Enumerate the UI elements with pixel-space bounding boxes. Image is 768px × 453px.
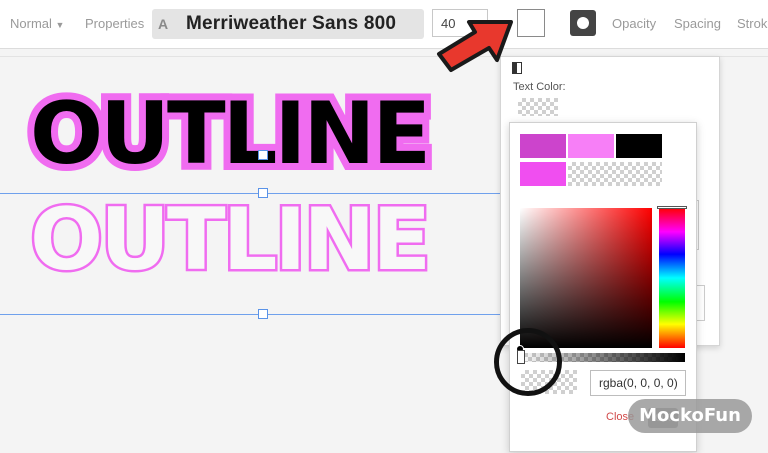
blend-mode-label: Normal: [10, 16, 52, 31]
hue-slider-handle[interactable]: [657, 206, 687, 209]
stroke-button[interactable]: Stroke: [737, 16, 768, 31]
selection-line-top: [0, 193, 500, 194]
top-toolbar: Normal ▼ Properties A Merriweather Sans …: [0, 0, 768, 49]
outline-text-filled[interactable]: OUTLINE: [23, 77, 438, 191]
spacing-button[interactable]: Spacing: [674, 16, 721, 31]
stroke-circle-icon[interactable]: [570, 10, 596, 36]
rgba-value-input[interactable]: [590, 370, 686, 396]
outline-text-stroke[interactable]: OUTLINE: [27, 188, 433, 293]
text-color-current-swatch[interactable]: [518, 98, 558, 116]
blend-mode-dropdown[interactable]: Normal ▼: [10, 16, 64, 31]
highlight-circle: [494, 328, 562, 396]
preset-swatch-transparent[interactable]: [568, 162, 662, 186]
resize-handle-bottom[interactable]: [258, 309, 268, 319]
font-icon: A: [158, 16, 169, 32]
selection-line-bottom: [0, 314, 500, 315]
font-name-label: Merriweather Sans 800: [186, 13, 397, 34]
hue-slider[interactable]: [659, 208, 685, 348]
preset-swatch-black[interactable]: [616, 134, 662, 158]
properties-button[interactable]: Properties: [85, 16, 144, 31]
red-arrow-icon: [437, 20, 513, 72]
chevron-down-icon: ▼: [55, 20, 65, 30]
rotate-handle[interactable]: [258, 150, 268, 160]
resize-handle-top[interactable]: [258, 188, 268, 198]
opacity-button[interactable]: Opacity: [612, 16, 656, 31]
preset-swatch-magenta[interactable]: [520, 162, 566, 186]
watermark-logo: MockoFun: [628, 399, 752, 433]
saturation-value-field[interactable]: [520, 208, 652, 348]
preset-swatch-purple[interactable]: [520, 134, 566, 158]
preset-swatch-light-pink[interactable]: [568, 134, 614, 158]
